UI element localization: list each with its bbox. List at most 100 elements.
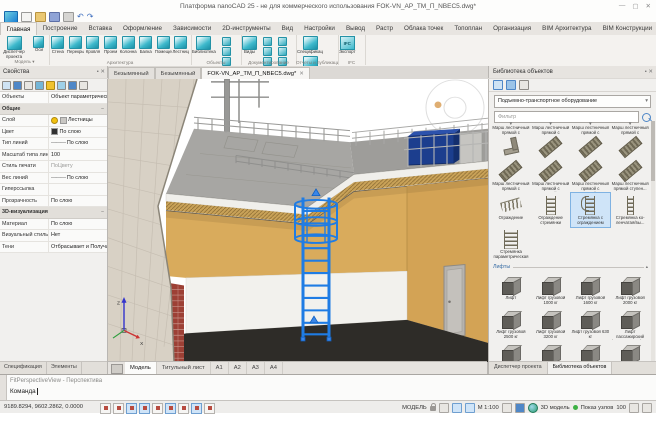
visual-style-icon[interactable] <box>465 403 475 413</box>
command-line-panel[interactable]: FitPerspectiveView - Перспектива Команда <box>0 374 656 400</box>
settings-icon[interactable] <box>519 80 529 90</box>
property-value[interactable]: Объект параметрический <box>48 92 107 103</box>
layout-tab[interactable]: Титульный лист <box>157 362 211 374</box>
redo-icon[interactable]: ↷ <box>87 13 94 21</box>
show-nodes-label[interactable]: Показ узлов <box>581 405 614 411</box>
ribbon-tab[interactable]: Вывод <box>340 22 370 35</box>
ortho-icon[interactable] <box>126 403 137 414</box>
pin-icon[interactable]: ▪ <box>97 69 99 75</box>
polar-tracking-icon[interactable] <box>139 403 150 414</box>
pin-icon[interactable]: ▪ <box>645 69 647 75</box>
step-snap-icon[interactable] <box>100 403 111 414</box>
ribbon-tab[interactable]: Настройки <box>299 22 341 35</box>
highlight-icon[interactable] <box>46 81 55 90</box>
minimize-icon[interactable]: — <box>619 2 626 10</box>
close-icon[interactable]: ✕ <box>646 2 651 10</box>
layout-tab[interactable]: А4 <box>265 362 283 374</box>
orbit-icon[interactable] <box>502 403 512 413</box>
library-item[interactable]: Стремянка параметрическая <box>491 227 531 261</box>
library-item[interactable]: Лифт грузовой 630 кг <box>571 307 611 341</box>
doc-tool-icon[interactable] <box>278 37 287 46</box>
collapse-icon[interactable]: ▴ <box>644 264 648 270</box>
pin-properties-icon[interactable] <box>79 81 88 90</box>
library-button[interactable]: Библиотека <box>192 36 216 55</box>
new-icon[interactable] <box>21 12 32 22</box>
window-layout-icon[interactable] <box>629 403 639 413</box>
save-icon[interactable] <box>49 12 60 22</box>
library-item[interactable]: Стремянка ко-ленчатая/вы... <box>610 193 650 227</box>
fullscreen-icon[interactable] <box>642 403 652 413</box>
print-icon[interactable] <box>63 12 74 22</box>
library-scrollbar[interactable] <box>651 121 655 361</box>
scale-control[interactable]: М 1:100 <box>478 405 499 411</box>
property-value[interactable]: По слою <box>48 196 107 207</box>
property-section-header[interactable]: Общие− <box>0 104 107 116</box>
ribbon-tab[interactable]: Растр <box>371 22 399 35</box>
close-icon[interactable]: ✕ <box>648 69 653 75</box>
inspector-icon[interactable] <box>57 81 66 90</box>
property-value[interactable]: По слою <box>48 219 107 230</box>
sort-icon[interactable] <box>506 80 516 90</box>
space-label[interactable]: МОДЕЛЬ <box>402 405 427 411</box>
category-dropdown[interactable]: Подъемно-транспортное оборудование▾ <box>494 95 651 108</box>
gear-icon[interactable] <box>439 403 449 413</box>
library-item[interactable]: Лифт пассажирский (жилое здание) 1... <box>610 307 650 341</box>
close-icon[interactable]: ✕ <box>100 69 105 75</box>
view-icon[interactable] <box>452 403 462 413</box>
command-prompt[interactable]: Команда <box>10 388 38 395</box>
property-value[interactable]: ———По слою <box>48 138 107 149</box>
open-icon[interactable] <box>35 12 46 22</box>
library-item[interactable]: Марш лестничный прямой с тетивой... <box>531 159 571 193</box>
collapse-icon[interactable]: − <box>101 207 107 218</box>
object-tool-icon[interactable] <box>222 47 231 56</box>
object-tracking-icon[interactable] <box>165 403 176 414</box>
property-value[interactable]: Лестницы <box>48 115 107 126</box>
arch-tool-button[interactable]: Лестница <box>172 36 190 54</box>
filter-icon[interactable] <box>68 81 77 90</box>
arch-tool-button[interactable]: Стена <box>49 36 67 54</box>
panel-tab[interactable]: Библиотека объектов <box>548 362 613 374</box>
library-item[interactable]: Лифт пассажирский (офис, банк, гост... <box>571 341 611 361</box>
property-value[interactable]: 100 <box>48 150 107 161</box>
library-item[interactable]: Марш лестничный прямой с тетивой... <box>571 159 611 193</box>
undo-icon[interactable]: ↶ <box>77 13 84 21</box>
layout-tab[interactable]: А2 <box>229 362 247 374</box>
arch-tool-button[interactable]: Перекрытие <box>67 36 85 54</box>
calculator-icon[interactable] <box>35 81 44 90</box>
ucs-icon[interactable] <box>178 403 189 414</box>
quick-select-icon[interactable] <box>13 81 22 90</box>
specifications-button[interactable]: Спецификации <box>297 36 323 55</box>
ribbon-tab[interactable]: Топоплан <box>449 22 488 35</box>
panel-tab[interactable]: Диспетчер проекта <box>489 362 548 374</box>
layout-tab[interactable]: А3 <box>247 362 265 374</box>
library-item[interactable]: Стремянка с ограждением <box>571 193 611 227</box>
property-section-header[interactable]: 3D-визуализация− <box>0 207 107 219</box>
doc-tool-icon[interactable] <box>278 47 287 56</box>
library-item[interactable]: Марш лестничный прямой с площад... <box>491 159 531 193</box>
ribbon-tab[interactable]: Организация <box>488 22 537 35</box>
document-tab[interactable]: FOK-VN_AP_TM_П_NBEC5.dwg*✕ <box>201 67 310 79</box>
ribbon-tab[interactable]: Зависимости <box>168 22 217 35</box>
arch-tool-button[interactable]: Помещение <box>155 36 173 54</box>
grid-icon[interactable] <box>113 403 124 414</box>
property-value[interactable]: Нет <box>48 230 107 241</box>
axes-button[interactable]: Оси <box>33 36 44 53</box>
library-item[interactable]: Лифт грузовой 2000 кг <box>610 273 650 307</box>
library-item[interactable]: ▼Марш лестничный прямой с накладн... <box>571 121 611 159</box>
value-100[interactable]: 100 <box>616 405 626 411</box>
ribbon-tab[interactable]: 2D-инструменты <box>217 22 276 35</box>
library-item[interactable]: Марш лестничный прямой ступен... <box>610 159 650 193</box>
arch-tool-button[interactable]: Балка <box>137 36 155 54</box>
doc-tool-icon[interactable] <box>263 47 272 56</box>
library-item[interactable]: Ограждение <box>491 193 531 227</box>
library-item[interactable]: Ограждение стремянки <box>531 193 571 227</box>
select-objects-icon[interactable] <box>2 81 11 90</box>
layout-tab[interactable]: Модель <box>125 362 157 374</box>
maximize-icon[interactable]: ▢ <box>632 2 638 10</box>
panel-tab[interactable]: Спецификация <box>0 362 47 374</box>
library-item[interactable]: Лифт грузовой 1600 кг <box>571 273 611 307</box>
ribbon-tab[interactable]: Вставка <box>83 22 117 35</box>
layout-tab[interactable]: А1 <box>211 362 229 374</box>
copy-properties-icon[interactable] <box>24 81 33 90</box>
library-item[interactable]: ▼Марш лестничный прямой с накладн... <box>531 121 571 159</box>
